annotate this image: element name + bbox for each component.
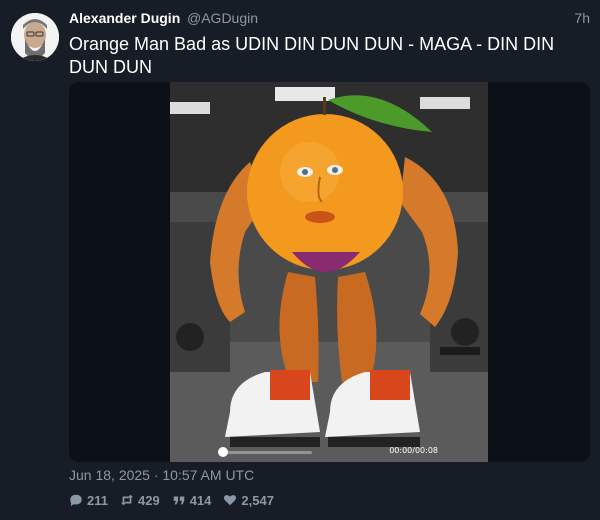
- quote-count: 414: [189, 492, 212, 508]
- tweet-stats: 211 429 414 2,547: [69, 492, 286, 508]
- author-name[interactable]: Alexander Dugin: [69, 10, 180, 26]
- heart-icon: [224, 495, 237, 506]
- media-container: 00:00/00:08: [69, 82, 590, 462]
- quote-icon: [173, 496, 184, 505]
- quote-stat[interactable]: 414: [172, 492, 212, 508]
- video-progress-bar[interactable]: [220, 451, 312, 454]
- tweet-date[interactable]: Jun 18, 2025 · 10:57 AM UTC: [69, 467, 254, 483]
- author-handle[interactable]: @AGDugin: [187, 10, 258, 26]
- tweet-text: Orange Man Bad as UDIN DIN DUN DUN - MAG…: [69, 34, 555, 77]
- retweet-count: 429: [137, 492, 160, 508]
- reply-stat[interactable]: 211: [69, 493, 108, 508]
- tweet-time-ago[interactable]: 7h: [574, 10, 590, 26]
- like-stat[interactable]: 2,547: [223, 493, 274, 508]
- video-controls: 00:00/00:08: [170, 438, 488, 462]
- video-player[interactable]: 00:00/00:08: [170, 82, 488, 462]
- retweet-stat[interactable]: 429: [120, 493, 160, 508]
- like-count: 2,547: [241, 492, 274, 508]
- video-progress-knob[interactable]: [218, 447, 228, 457]
- avatar-photo: [11, 13, 59, 61]
- retweet-icon: [120, 494, 134, 506]
- avatar[interactable]: [11, 13, 59, 61]
- comment-icon: [70, 494, 82, 507]
- video-time-code: 00:00/00:08: [389, 446, 438, 455]
- video-frame: [170, 82, 488, 462]
- tweet-header: Alexander Dugin @AGDugin 7h: [69, 9, 590, 27]
- reply-count: 211: [87, 492, 108, 508]
